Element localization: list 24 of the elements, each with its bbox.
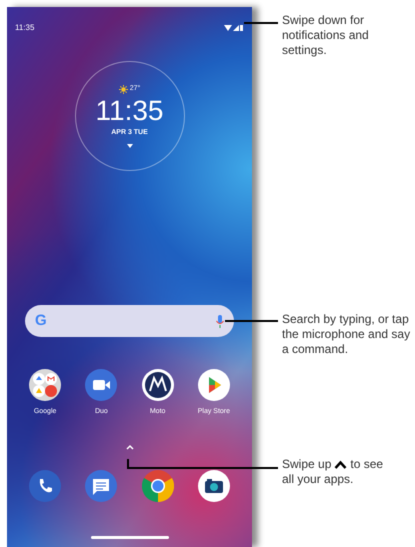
callout-text: Swipe up — [282, 457, 332, 472]
google-logo: G — [35, 310, 47, 331]
status-icons — [224, 24, 244, 32]
callout-text: Search by typing, or tap the microphone and say a command. — [282, 312, 412, 357]
caret-icon[interactable] — [126, 144, 132, 148]
microphone-icon[interactable] — [216, 314, 224, 328]
callout-text: to see — [350, 457, 384, 472]
video-camera-icon[interactable] — [85, 369, 118, 401]
sun-icon — [118, 84, 128, 94]
callout-text: all your apps. — [282, 472, 354, 487]
phone-handset-icon[interactable] — [29, 470, 62, 502]
chevron-up-icon[interactable] — [126, 444, 134, 450]
app-folder-icon[interactable] — [29, 369, 62, 401]
status-time: 11:35 — [15, 22, 34, 34]
leader-line — [225, 320, 278, 322]
camera-icon[interactable] — [198, 470, 230, 502]
chevron-up-icon — [334, 460, 348, 469]
callout-text: Swipe down for notifications and settings. — [282, 13, 370, 58]
leader-line — [244, 22, 278, 24]
browser-logo-icon[interactable] — [142, 470, 174, 502]
batwing-logo-icon[interactable] — [142, 369, 174, 401]
chat-bubble-icon[interactable] — [85, 470, 118, 502]
clock-time: 11:35 — [96, 96, 164, 124]
search-field[interactable]: G — [25, 305, 234, 337]
